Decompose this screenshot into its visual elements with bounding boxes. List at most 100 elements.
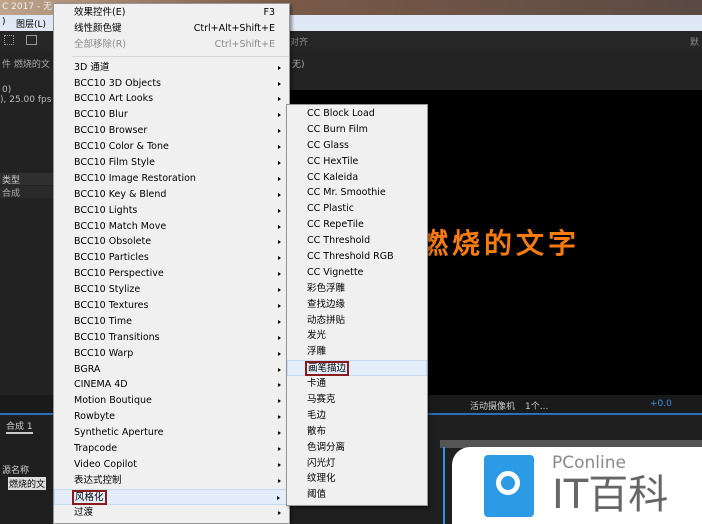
menu-item[interactable]: BGRA	[54, 362, 289, 378]
menu-item[interactable]: 画笔描边	[287, 360, 427, 377]
tab-comp-1[interactable]: 合成 1	[6, 419, 33, 434]
menu-item[interactable]: BCC10 Obsolete	[54, 234, 289, 250]
menu-item[interactable]: BCC10 Particles	[54, 250, 289, 266]
menu-item[interactable]: 纹理化	[287, 471, 427, 487]
menu-item[interactable]: CC Threshold RGB	[287, 249, 427, 265]
menu-item-label: CC RepeTile	[307, 219, 364, 231]
menu-item-label: BCC10 3D Objects	[74, 77, 161, 89]
menu-item[interactable]: Trapcode	[54, 441, 289, 457]
menu-prev[interactable]: )	[2, 17, 6, 27]
menu-item-label: 动态拼贴	[307, 314, 346, 326]
menu-item[interactable]: BCC10 Textures	[54, 298, 289, 314]
window-title: C 2017 - 无	[2, 2, 53, 12]
menu-item[interactable]: BCC10 Perspective	[54, 266, 289, 282]
menu-item[interactable]: BCC10 Key & Blend	[54, 187, 289, 203]
menu-item-label: 线性颜色键	[74, 22, 122, 34]
submenu-arrow-icon	[278, 240, 281, 245]
menu-item[interactable]: CC Plastic	[287, 201, 427, 217]
menu-item[interactable]: BCC10 Image Restoration	[54, 171, 289, 187]
menu-item[interactable]: CC Block Load	[287, 106, 427, 122]
menu-item-label: BCC10 Browser	[74, 125, 148, 137]
exposure-value[interactable]: +0.0	[650, 399, 672, 409]
menu-item[interactable]: 卡通	[287, 376, 427, 392]
menu-item[interactable]: BCC10 Warp	[54, 346, 289, 362]
menu-item-label: Video Copilot	[74, 458, 137, 470]
views-select[interactable]: 1个...	[525, 399, 548, 412]
menu-layer[interactable]: 图层(L)	[16, 17, 46, 30]
menu-item[interactable]: Motion Boutique	[54, 393, 289, 409]
menu-item-label: 散布	[307, 425, 327, 437]
menu-item[interactable]: BCC10 Browser	[54, 123, 289, 139]
layer-name[interactable]: 燃烧的文	[8, 477, 47, 490]
menu-item-label: 画笔描边	[305, 361, 350, 377]
camera-select[interactable]: 活动摄像机	[470, 399, 515, 412]
menu-item-label: 风格化	[72, 489, 107, 505]
menu-item[interactable]: BCC10 Transitions	[54, 330, 289, 346]
submenu-arrow-icon	[278, 65, 281, 70]
menu-item[interactable]: 动态拼贴	[287, 313, 427, 329]
menu-item-label: Rowbyte	[74, 411, 115, 423]
submenu-arrow-icon	[278, 81, 281, 86]
submenu-arrow-icon	[278, 478, 281, 483]
menu-item[interactable]: BCC10 Film Style	[54, 155, 289, 171]
submenu-arrow-icon	[278, 176, 281, 181]
submenu-arrow-icon	[278, 431, 281, 436]
menu-item[interactable]: CC Threshold	[287, 233, 427, 249]
menu-item[interactable]: BCC10 Lights	[54, 203, 289, 219]
menu-item[interactable]: 彩色浮雕	[287, 281, 427, 297]
menu-item[interactable]: 色调分离	[287, 440, 427, 456]
menu-item[interactable]: CC Kaleida	[287, 170, 427, 186]
menu-item[interactable]: CC HexTile	[287, 154, 427, 170]
menu-item[interactable]: Video Copilot	[54, 457, 289, 473]
menu-item[interactable]: BCC10 Color & Tone	[54, 139, 289, 155]
menu-item[interactable]: CC Burn Film	[287, 122, 427, 138]
menu-item-label: CINEMA 4D	[74, 379, 128, 391]
menu-item-label: CC HexTile	[307, 155, 359, 167]
menu-item[interactable]: BCC10 Stylize	[54, 282, 289, 298]
menu-item[interactable]: CC Glass	[287, 138, 427, 154]
menu-item[interactable]: 全部移除(R) Ctrl+Shift+E	[54, 37, 289, 53]
logo-icon	[484, 455, 534, 517]
menu-item[interactable]: 表达式控制	[54, 473, 289, 489]
menu-item[interactable]: 散布	[287, 424, 427, 440]
type-column-header[interactable]: 类型	[0, 173, 53, 186]
snap-icon[interactable]	[4, 35, 14, 45]
submenu-arrow-icon	[278, 161, 281, 166]
menu-item[interactable]: CC RepeTile	[287, 217, 427, 233]
menu-item[interactable]: BCC10 Art Looks	[54, 91, 289, 107]
menu-item[interactable]: 马赛克	[287, 392, 427, 408]
menu-item[interactable]: 浮雕	[287, 344, 427, 360]
menu-item[interactable]: 阈值	[287, 487, 427, 503]
menu-item[interactable]: 线性颜色键 Ctrl+Alt+Shift+E	[54, 21, 289, 37]
menu-item-label: Trapcode	[74, 443, 118, 455]
menu-item-label: BCC10 Key & Blend	[74, 188, 167, 200]
playhead[interactable]	[443, 447, 445, 524]
viewer-text-layer[interactable]: 燃烧的文字	[420, 222, 580, 262]
menu-item-label: BCC10 Obsolete	[74, 236, 152, 248]
menu-item[interactable]: 风格化	[54, 488, 289, 505]
menu-item[interactable]: 3D 通道	[54, 60, 289, 76]
menu-item[interactable]: Rowbyte	[54, 409, 289, 425]
menu-item[interactable]: 发光	[287, 328, 427, 344]
menu-item[interactable]: BCC10 3D Objects	[54, 76, 289, 92]
menu-item[interactable]: BCC10 Time	[54, 314, 289, 330]
menu-item[interactable]: 过渡	[54, 505, 289, 521]
effects-panel-label: 件 燃烧的文	[2, 60, 50, 70]
menu-item[interactable]: Synthetic Aperture	[54, 425, 289, 441]
menu-item[interactable]: 查找边缘	[287, 297, 427, 313]
menu-item[interactable]: CC Vignette	[287, 265, 427, 281]
menu-item-label: BCC10 Textures	[74, 300, 149, 312]
menu-item[interactable]: BCC10 Match Move	[54, 219, 289, 235]
menu-item-label: BCC10 Color & Tone	[74, 141, 169, 153]
rectangle-tool-icon[interactable]	[26, 35, 37, 45]
menu-item[interactable]: CINEMA 4D	[54, 377, 289, 393]
menu-item[interactable]: CC Mr. Smoothie	[287, 185, 427, 201]
menu-item[interactable]: 毛边	[287, 408, 427, 424]
menu-item-label: BCC10 Warp	[74, 347, 134, 359]
menu-item[interactable]: BCC10 Blur	[54, 107, 289, 123]
submenu-arrow-icon	[278, 129, 281, 134]
shortcut-label: F3	[263, 7, 275, 18]
menu-item[interactable]: 效果控件(E) F3	[54, 5, 289, 21]
menu-item-label: BCC10 Image Restoration	[74, 172, 196, 184]
menu-item[interactable]: 闪光灯	[287, 456, 427, 472]
